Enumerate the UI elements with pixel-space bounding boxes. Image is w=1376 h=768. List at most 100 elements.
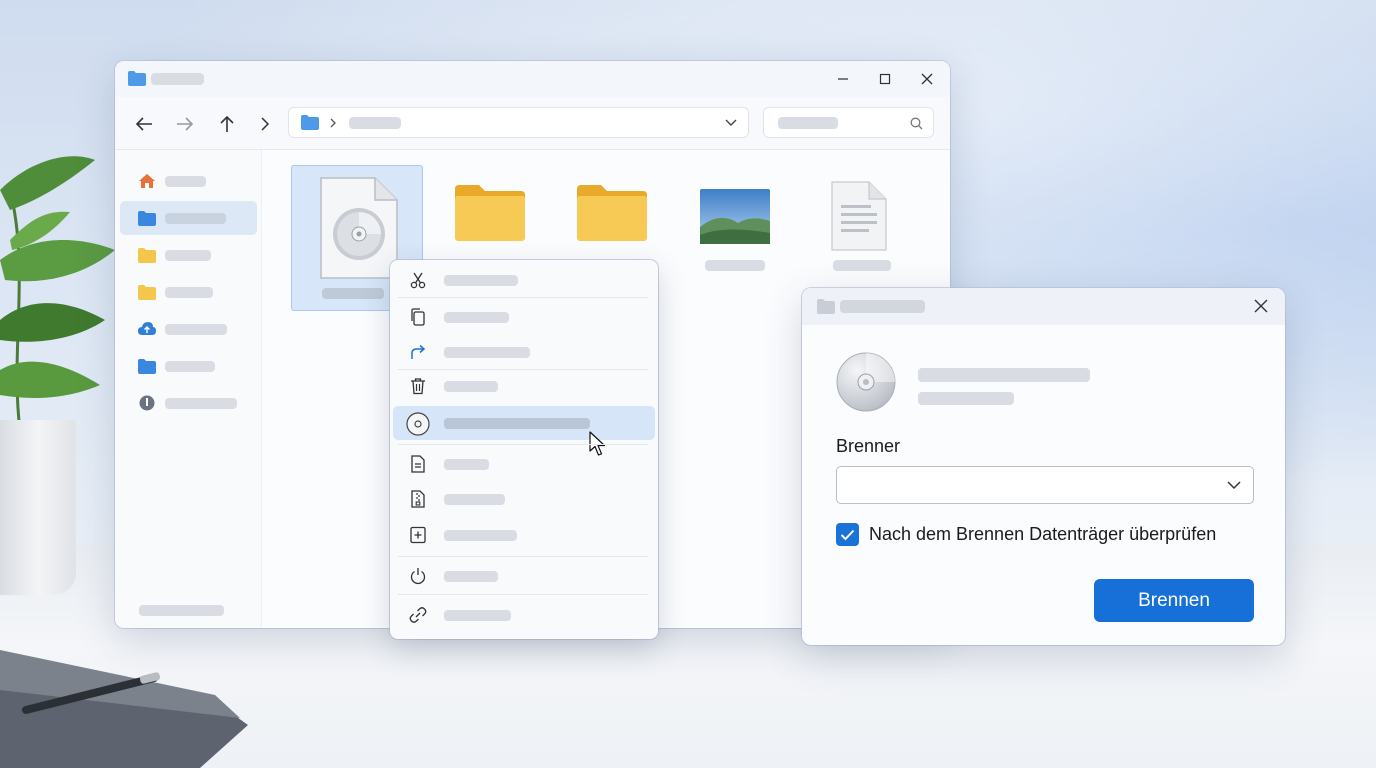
drive-icon	[139, 395, 155, 411]
sidebar-item-home[interactable]	[120, 164, 257, 198]
verify-checkbox[interactable]	[836, 523, 859, 546]
share-icon	[411, 344, 426, 359]
menu-item-cut[interactable]	[393, 263, 655, 297]
sidebar-item-folder[interactable]	[120, 238, 257, 272]
add-file-icon	[410, 526, 426, 544]
menu-label-placeholder	[444, 381, 498, 392]
menu-item-power[interactable]	[393, 559, 655, 593]
sidebar-item-folder[interactable]	[120, 275, 257, 309]
folder-icon	[138, 359, 156, 374]
folder-icon	[128, 71, 146, 86]
folder-icon	[817, 299, 835, 314]
menu-item-share[interactable]	[393, 335, 655, 369]
sidebar-label-placeholder	[165, 324, 227, 335]
folder-icon	[138, 211, 156, 226]
sidebar-item-active-folder[interactable]	[120, 201, 257, 235]
menu-item-open[interactable]	[393, 447, 655, 481]
sidebar-item-folder[interactable]	[120, 349, 257, 383]
explorer-titlebar	[115, 61, 950, 97]
menu-item-link[interactable]	[393, 598, 655, 632]
dialog-titlebar	[802, 288, 1285, 325]
navigation-pane	[115, 150, 262, 628]
folder-icon	[455, 185, 525, 241]
verify-checkbox-label: Nach dem Brennen Datenträger überprüfen	[869, 524, 1217, 544]
sidebar-label-placeholder	[165, 250, 211, 261]
burn-button[interactable]: Brennen	[1094, 579, 1254, 622]
folder-icon	[138, 248, 156, 263]
window-title-placeholder	[151, 73, 204, 85]
address-bar[interactable]	[288, 107, 749, 138]
menu-separator	[398, 444, 648, 445]
maximize-icon[interactable]	[873, 67, 897, 91]
sidebar-label-placeholder	[165, 287, 213, 298]
document-file-icon	[831, 181, 887, 251]
menu-label-placeholder	[444, 275, 518, 286]
menu-item-compress[interactable]	[393, 482, 655, 516]
sidebar-label-placeholder	[165, 176, 206, 187]
menu-separator	[398, 297, 648, 298]
menu-item-burn-disc-image[interactable]	[393, 406, 655, 440]
plant-decoration	[0, 156, 115, 431]
file-item-image[interactable]	[667, 165, 799, 311]
minimize-icon[interactable]	[831, 67, 855, 91]
folder-icon	[138, 285, 156, 300]
context-menu	[390, 260, 658, 639]
file-name-placeholder	[705, 260, 765, 271]
folder-icon	[577, 185, 647, 241]
close-icon[interactable]	[1254, 299, 1270, 315]
menu-item-delete[interactable]	[393, 369, 655, 403]
copy-icon	[411, 308, 425, 326]
plant-pot	[0, 420, 76, 595]
menu-label-placeholder	[444, 418, 590, 429]
menu-label-placeholder	[444, 610, 511, 621]
sidebar-label-placeholder	[165, 213, 226, 224]
sidebar-item-drive[interactable]	[120, 386, 257, 420]
image-file-icon	[700, 189, 770, 244]
disc-info-placeholder	[918, 392, 1014, 405]
sidebar-label-placeholder	[165, 361, 215, 372]
checkmark-icon	[840, 529, 855, 540]
menu-separator	[398, 556, 648, 557]
menu-label-placeholder	[444, 571, 498, 582]
menu-label-placeholder	[444, 530, 517, 541]
disc-icon	[836, 352, 896, 412]
delete-icon	[411, 378, 425, 395]
chevron-down-icon	[1227, 481, 1241, 490]
menu-separator	[398, 594, 648, 595]
search-input[interactable]	[763, 107, 934, 138]
burn-disc-dialog: Brenner Nach dem Brennen Datenträger übe…	[802, 288, 1285, 645]
close-icon[interactable]	[915, 67, 939, 91]
file-name-placeholder	[322, 288, 384, 299]
file-name-placeholder	[833, 260, 891, 271]
menu-item-add[interactable]	[393, 518, 655, 552]
navigation-bar	[115, 97, 950, 150]
chevron-down-icon[interactable]	[725, 119, 737, 127]
menu-item-copy[interactable]	[393, 300, 655, 334]
cut-icon	[410, 272, 426, 289]
up-arrow-icon[interactable]	[216, 113, 238, 135]
menu-label-placeholder	[444, 494, 505, 505]
disc-image-file-icon	[320, 177, 398, 279]
menu-label-placeholder	[444, 312, 509, 323]
forward-arrow-icon[interactable]	[174, 113, 196, 135]
link-icon	[409, 607, 427, 623]
burner-select[interactable]	[836, 466, 1254, 504]
back-arrow-icon[interactable]	[133, 113, 155, 135]
document-icon	[411, 455, 425, 473]
status-bar-placeholder	[139, 605, 224, 616]
cloud-icon	[138, 322, 156, 335]
dialog-title-placeholder	[840, 300, 925, 313]
sidebar-label-placeholder	[165, 398, 237, 409]
breadcrumb-placeholder	[349, 117, 401, 129]
home-icon	[139, 174, 155, 188]
power-icon	[410, 568, 426, 585]
menu-label-placeholder	[444, 347, 530, 358]
zip-file-icon	[411, 490, 425, 508]
notebook-decoration	[0, 650, 248, 768]
search-placeholder	[778, 117, 838, 129]
burner-label: Brenner	[836, 436, 901, 456]
disc-name-placeholder	[918, 368, 1090, 382]
search-icon	[910, 117, 923, 130]
sidebar-item-cloud[interactable]	[120, 312, 257, 346]
chevron-right-icon[interactable]	[254, 113, 276, 135]
